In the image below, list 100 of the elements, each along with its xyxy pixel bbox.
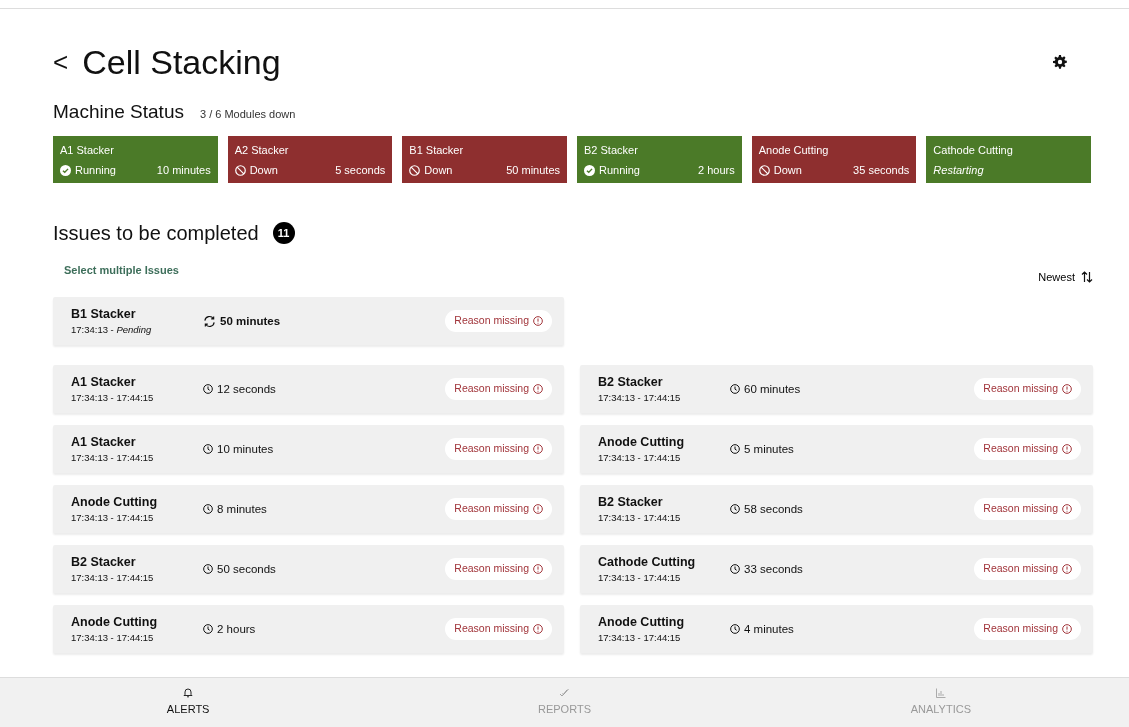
module-name: B2 Stacker: [584, 142, 639, 158]
reason-missing-button[interactable]: Reason missing: [974, 438, 1081, 461]
clock-icon: [730, 504, 740, 515]
issue-card[interactable]: B1 Stacker 17:34:13 - Pending 50 minutes Reason missing: [53, 297, 564, 346]
issue-card[interactable]: Anode Cutting 17:34:13 - 17:44:15 8 minutes Reason missing: [53, 485, 564, 534]
clock-icon: [203, 384, 213, 395]
module-duration: 2 hours: [698, 163, 735, 179]
module-name: B1 Stacker: [409, 142, 465, 158]
reason-missing-button[interactable]: Reason missing: [445, 558, 552, 581]
module-card[interactable]: A2 Stacker Down 5 seconds: [227, 135, 393, 183]
reason-missing-button[interactable]: Reason missing: [974, 618, 1081, 641]
reason-missing-button[interactable]: Reason missing: [445, 498, 552, 521]
reason-missing-button[interactable]: Reason missing: [974, 558, 1081, 581]
issue-name: A1 Stacker: [71, 374, 137, 391]
clock-icon: [730, 624, 740, 635]
blocked-icon: [409, 165, 421, 177]
issue-duration: 10 minutes: [217, 441, 274, 457]
reason-missing-button[interactable]: Reason missing: [445, 438, 552, 461]
module-card[interactable]: Cathode Cutting Restarting: [926, 135, 1092, 183]
reason-missing-button[interactable]: Reason missing: [445, 378, 552, 401]
issue-card[interactable]: A1 Stacker 17:34:13 - 17:44:15 12 seconds Reason missing: [53, 365, 564, 414]
clock-icon: [203, 504, 213, 515]
issue-name: B1 Stacker: [71, 306, 137, 323]
module-name: Anode Cutting: [758, 142, 830, 158]
issue-duration: 8 minutes: [217, 501, 267, 517]
double-check-icon: [559, 687, 570, 698]
alert-icon: [1062, 564, 1072, 575]
nav-tab[interactable]: ALERTS: [0, 678, 377, 727]
issue-name: Anode Cutting: [71, 614, 159, 631]
module-card[interactable]: B1 Stacker Down 50 minutes: [402, 135, 567, 183]
clock-icon: [203, 564, 213, 575]
module-name: Cathode Cutting: [933, 142, 1014, 158]
issue-card[interactable]: B2 Stacker 17:34:13 - 17:44:15 60 minutes Reason missing: [580, 365, 1093, 414]
reason-missing-button[interactable]: Reason missing: [974, 498, 1081, 521]
reason-missing-button[interactable]: Reason missing: [445, 310, 552, 333]
issue-card[interactable]: Cathode Cutting 17:34:13 - 17:44:15 33 seconds Reason missing: [580, 545, 1093, 594]
count-badge: 11: [272, 221, 295, 244]
issue-duration: 4 minutes: [744, 621, 794, 637]
issue-card[interactable]: Anode Cutting 17:34:13 - 17:44:15 2 hours Reason missing: [53, 605, 564, 654]
issue-duration: 5 minutes: [744, 441, 794, 457]
module-duration: 35 seconds: [853, 163, 910, 179]
issue-time: 17:34:13 - Pending: [71, 324, 153, 337]
issue-card[interactable]: Anode Cutting 17:34:13 - 17:44:15 5 minutes Reason missing: [580, 425, 1093, 474]
issue-time: 17:34:13 - 17:44:15: [71, 392, 155, 405]
module-card[interactable]: Anode Cutting Down 35 seconds: [751, 135, 917, 183]
issue-card[interactable]: A1 Stacker 17:34:13 - 17:44:15 10 minutes Reason missing: [53, 425, 564, 474]
issue-time: 17:34:13 - 17:44:15: [71, 572, 155, 585]
issue-time: 17:34:13 - 17:44:15: [598, 392, 682, 405]
module-card[interactable]: A1 Stacker Running 10 minutes: [53, 135, 218, 183]
module-status: Running: [75, 163, 116, 179]
module-card[interactable]: B2 Stacker Running 2 hours: [577, 135, 742, 183]
issue-duration: 50 seconds: [217, 561, 276, 577]
module-status: Down: [424, 163, 453, 179]
alert-icon: [533, 444, 543, 455]
issue-card[interactable]: B2 Stacker 17:34:13 - 17:44:15 58 seconds Reason missing: [580, 485, 1093, 534]
bell-icon: [183, 687, 194, 699]
issue-name: B2 Stacker: [71, 554, 137, 571]
issue-duration: 33 seconds: [744, 561, 803, 577]
alert-icon: [533, 504, 543, 515]
issue-duration: 60 minutes: [744, 381, 801, 397]
issue-time: 17:34:13 - 17:44:15: [598, 632, 682, 645]
module-name: A1 Stacker: [60, 142, 115, 158]
blocked-icon: [234, 165, 246, 177]
module-name: A2 Stacker: [234, 142, 290, 158]
alert-icon: [533, 564, 543, 575]
issue-duration: 12 seconds: [217, 381, 276, 397]
sort-icon: [1081, 271, 1093, 284]
issue-name: B2 Stacker: [598, 374, 664, 391]
back-button[interactable]: <: [53, 49, 83, 75]
issue-name: A1 Stacker: [71, 434, 137, 451]
clock-icon: [203, 444, 213, 455]
issue-card[interactable]: B2 Stacker 17:34:13 - 17:44:15 50 seconds Reason missing: [53, 545, 564, 594]
alert-icon: [1062, 384, 1072, 395]
issue-name: Anode Cutting: [71, 494, 159, 511]
clock-icon: [730, 564, 740, 575]
issue-time: 17:34:13 - 17:44:15: [598, 512, 682, 525]
module-duration: 10 minutes: [156, 163, 211, 179]
alert-icon: [1062, 624, 1072, 635]
select-multiple-link[interactable]: Select multiple Issues: [64, 261, 179, 279]
reason-missing-button[interactable]: Reason missing: [445, 618, 552, 641]
alert-icon: [533, 316, 543, 327]
check-circle-icon: [60, 165, 71, 177]
settings-icon[interactable]: [1053, 55, 1067, 69]
alert-icon: [533, 384, 543, 395]
alert-icon: [1062, 504, 1072, 515]
issue-time: 17:34:13 - 17:44:15: [598, 572, 682, 585]
clock-icon: [203, 624, 213, 635]
modules-summary: 3 / 6 Modules down: [199, 107, 296, 122]
refresh-icon: [203, 314, 216, 328]
issue-time: 17:34:13 - 17:44:15: [71, 452, 155, 465]
issue-name: Anode Cutting: [598, 434, 686, 451]
module-duration: 5 seconds: [335, 163, 386, 179]
page-title: Cell Stacking: [82, 41, 281, 83]
reason-missing-button[interactable]: Reason missing: [974, 378, 1081, 401]
issue-time: 17:34:13 - 17:44:15: [71, 632, 155, 645]
issue-time: 17:34:13 - 17:44:15: [598, 452, 682, 465]
sort-button[interactable]: Newest: [1038, 268, 1093, 286]
section-title: Issues to be completed: [53, 220, 259, 245]
module-status: Down: [249, 163, 278, 179]
issue-card[interactable]: Anode Cutting 17:34:13 - 17:44:15 4 minutes Reason missing: [580, 605, 1093, 654]
